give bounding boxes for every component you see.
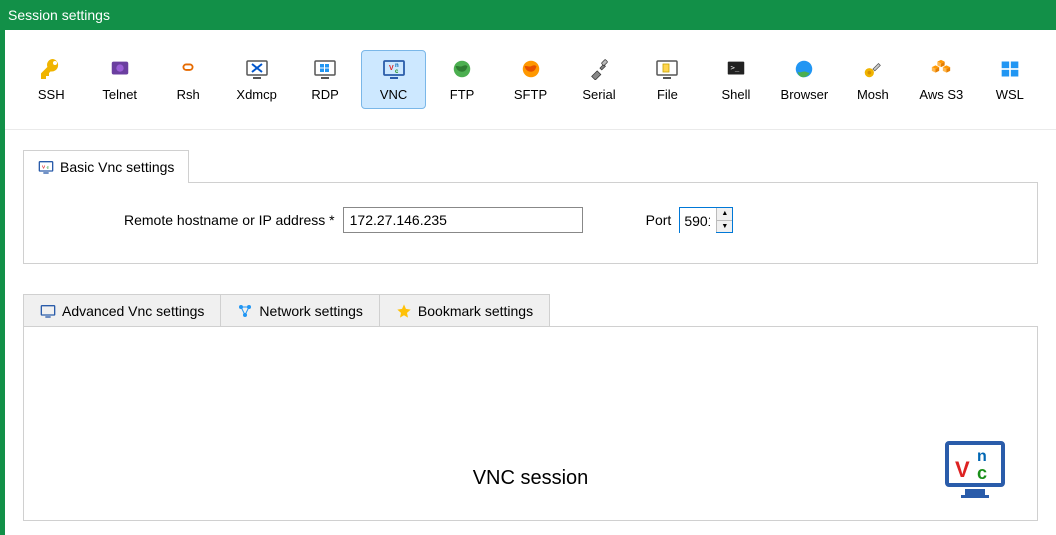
tab-label: Basic Vnc settings xyxy=(60,159,174,175)
key-icon xyxy=(39,57,63,81)
svg-text:V: V xyxy=(389,65,394,72)
protocol-label: Aws S3 xyxy=(919,87,963,102)
port-spinner[interactable]: ▲ ▼ xyxy=(679,207,733,233)
protocol-label: Xdmcp xyxy=(236,87,276,102)
protocol-serial[interactable]: Serial xyxy=(567,50,631,109)
host-input[interactable] xyxy=(343,207,583,233)
svg-text:c: c xyxy=(47,164,50,169)
protocol-label: WSL xyxy=(996,87,1024,102)
tab-label: Network settings xyxy=(259,303,362,319)
port-spin-down[interactable]: ▼ xyxy=(717,221,732,233)
protocol-label: Mosh xyxy=(857,87,889,102)
chain-icon xyxy=(176,57,200,81)
svg-text:c: c xyxy=(395,69,399,75)
window-titlebar: Session settings xyxy=(0,0,1056,30)
protocol-file[interactable]: File xyxy=(635,50,699,109)
tab-network-settings[interactable]: Network settings xyxy=(221,294,379,327)
protocol-wsl[interactable]: WSL xyxy=(978,50,1042,109)
protocol-ftp[interactable]: FTP xyxy=(430,50,494,109)
protocol-label: Shell xyxy=(721,87,750,102)
svg-text:>_: >_ xyxy=(730,63,739,72)
protocol-label: File xyxy=(657,87,678,102)
tab-advanced-vnc-settings[interactable]: Advanced Vnc settings xyxy=(23,294,221,327)
protocol-rsh[interactable]: Rsh xyxy=(156,50,220,109)
protocol-label: FTP xyxy=(450,87,475,102)
cubes-icon xyxy=(929,57,953,81)
protocol-awss3[interactable]: Aws S3 xyxy=(909,50,973,109)
protocol-label: RDP xyxy=(311,87,338,102)
port-spin-up[interactable]: ▲ xyxy=(717,208,732,221)
globe-green-icon xyxy=(450,57,474,81)
basic-settings-panel: Remote hostname or IP address * Port ▲ ▼ xyxy=(23,182,1038,264)
vnc-small-icon: Vc xyxy=(38,159,54,175)
protocol-label: SFTP xyxy=(514,87,547,102)
protocol-browser[interactable]: Browser xyxy=(772,50,836,109)
protocol-telnet[interactable]: Telnet xyxy=(87,50,151,109)
tab-bookmark-settings[interactable]: Bookmark settings xyxy=(380,294,550,327)
x-screen-icon xyxy=(245,57,269,81)
session-type-title: VNC session xyxy=(24,467,1037,490)
protocol-sftp[interactable]: SFTP xyxy=(498,50,562,109)
windows-screen-icon xyxy=(313,57,337,81)
star-icon xyxy=(396,303,412,319)
tab-label: Bookmark settings xyxy=(418,303,533,319)
telnet-icon xyxy=(108,57,132,81)
terminal-icon: >_ xyxy=(724,57,748,81)
advanced-panel: VNC session V n c xyxy=(23,326,1038,521)
file-screen-icon xyxy=(655,57,679,81)
protocol-rdp[interactable]: RDP xyxy=(293,50,357,109)
vnc-large-icon: V n c xyxy=(943,437,1007,501)
plug-icon xyxy=(587,57,611,81)
protocol-label: SSH xyxy=(38,87,65,102)
satellite-icon xyxy=(861,57,885,81)
svg-text:c: c xyxy=(977,463,987,483)
tab-label: Advanced Vnc settings xyxy=(62,303,204,319)
protocol-toolbar: SSH Telnet Rsh Xdmcp RDP xyxy=(5,30,1056,130)
windows-icon xyxy=(998,57,1022,81)
svg-text:V: V xyxy=(42,164,46,169)
protocol-label: VNC xyxy=(380,87,407,102)
protocol-mosh[interactable]: Mosh xyxy=(841,50,905,109)
protocol-label: Rsh xyxy=(177,87,200,102)
protocol-ssh[interactable]: SSH xyxy=(19,50,83,109)
vnc-screen-icon: Vnc xyxy=(382,57,406,81)
protocol-label: Telnet xyxy=(102,87,137,102)
svg-text:V: V xyxy=(955,457,970,482)
vnc-small-icon xyxy=(40,303,56,319)
browser-globe-icon xyxy=(792,57,816,81)
protocol-vnc[interactable]: Vnc VNC xyxy=(361,50,425,109)
tab-basic-vnc-settings[interactable]: Vc Basic Vnc settings xyxy=(23,150,189,183)
host-label: Remote hostname or IP address * xyxy=(124,212,335,228)
network-icon xyxy=(237,303,253,319)
protocol-xdmcp[interactable]: Xdmcp xyxy=(224,50,288,109)
protocol-shell[interactable]: >_ Shell xyxy=(704,50,768,109)
port-input[interactable] xyxy=(680,208,716,234)
window-title: Session settings xyxy=(8,7,110,23)
protocol-label: Serial xyxy=(582,87,615,102)
protocol-label: Browser xyxy=(781,87,829,102)
port-label: Port xyxy=(646,212,672,228)
globe-orange-icon xyxy=(519,57,543,81)
